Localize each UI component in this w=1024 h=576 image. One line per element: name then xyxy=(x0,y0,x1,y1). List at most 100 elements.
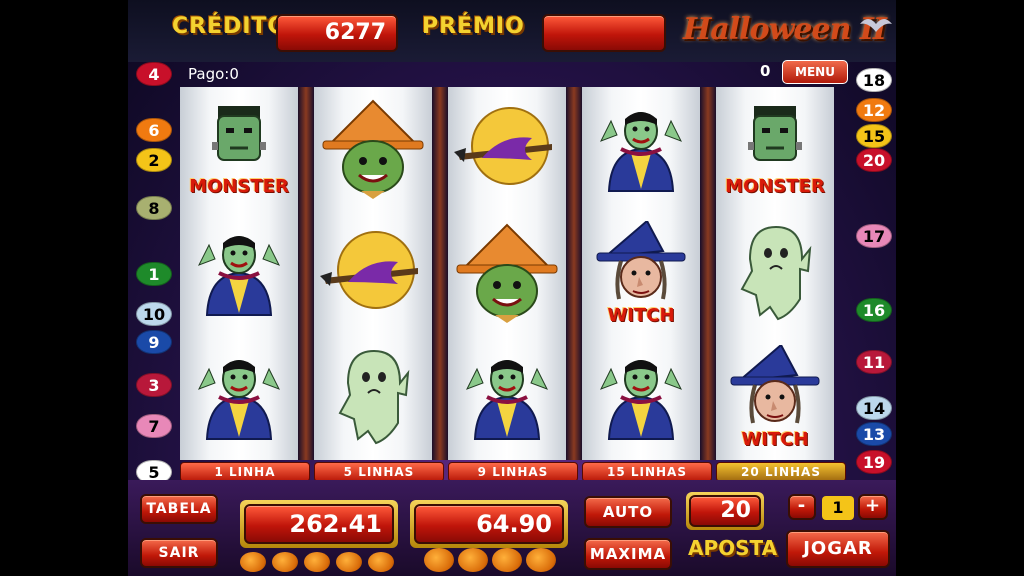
payline-badge[interactable]: 9 xyxy=(136,330,172,354)
max-bet-button[interactable]: MAXIMA xyxy=(584,538,672,570)
reel-1: MONSTER xyxy=(180,87,298,460)
table-button[interactable]: TABELA xyxy=(140,494,218,524)
lines-button[interactable]: 9 LINHAS xyxy=(448,462,578,482)
payline-badge[interactable]: 3 xyxy=(136,373,172,397)
win-display-frame: 262.41 xyxy=(240,500,398,548)
ghost-icon xyxy=(730,219,820,327)
symbol-label: MONSTER xyxy=(189,175,289,197)
payline-badge[interactable]: 16 xyxy=(856,298,892,322)
play-button[interactable]: JOGAR xyxy=(786,530,890,568)
pumpkin-icon xyxy=(492,548,522,572)
auto-button[interactable]: AUTO xyxy=(584,496,672,528)
witch-icon xyxy=(725,342,825,429)
reel-symbol: WITCH xyxy=(582,211,700,335)
witch-moon-icon xyxy=(452,104,562,194)
frankenstein-icon xyxy=(740,102,810,176)
pumpkin-icon xyxy=(424,548,454,572)
lines-button[interactable]: 1 LINHA xyxy=(180,462,310,482)
reel-symbol xyxy=(448,87,566,211)
reel-symbol xyxy=(314,87,432,211)
pumpkin-icon xyxy=(336,552,362,572)
reel-separator xyxy=(566,87,582,460)
bet-label: APOSTA xyxy=(688,536,778,560)
prize-display xyxy=(542,14,666,52)
reel-3 xyxy=(448,87,566,460)
payline-badge[interactable]: 18 xyxy=(856,68,892,92)
payline-badge[interactable]: 10 xyxy=(136,302,172,326)
credit-display: 6277 xyxy=(276,14,398,52)
menu-button[interactable]: MENU xyxy=(782,60,848,84)
payline-badge[interactable]: 6 xyxy=(136,118,172,142)
reel-symbol xyxy=(582,335,700,459)
pumpkin-icon xyxy=(272,552,298,572)
reels-area: MONSTER WITCH MONSTER WITCH xyxy=(180,87,846,460)
pumpkin-icon xyxy=(458,548,488,572)
reel-symbol xyxy=(448,335,566,459)
win-display: 262.41 xyxy=(244,504,394,544)
pumpkin-icon xyxy=(240,552,266,572)
payline-badge[interactable]: 12 xyxy=(856,98,892,122)
reel-symbol xyxy=(582,87,700,211)
payline-badge[interactable]: 8 xyxy=(136,196,172,220)
reel-separator xyxy=(700,87,716,460)
bat-icon xyxy=(860,19,892,32)
reel-separator xyxy=(432,87,448,460)
lines-button[interactable]: 20 LINHAS xyxy=(716,462,846,482)
dracula-icon xyxy=(591,349,691,445)
reel-symbol xyxy=(448,211,566,335)
frankenstein-icon xyxy=(204,102,274,176)
payline-badge[interactable]: 19 xyxy=(856,450,892,474)
scarecrow-icon xyxy=(321,95,425,203)
paid-amount: Pago:0 xyxy=(188,65,239,83)
reel-symbol xyxy=(716,211,834,335)
witch-moon-icon xyxy=(318,228,428,318)
reel-symbol: MONSTER xyxy=(716,87,834,211)
reel-4: WITCH xyxy=(582,87,700,460)
level-indicator: 1 xyxy=(822,496,854,520)
lines-button[interactable]: 5 LINHAS xyxy=(314,462,444,482)
scarecrow-icon xyxy=(455,219,559,327)
bet-display: 64.90 xyxy=(414,504,564,544)
payline-badge[interactable]: 15 xyxy=(856,124,892,148)
pumpkin-icon xyxy=(304,552,330,572)
reel-symbol: WITCH xyxy=(716,335,834,459)
game-stage: CRÉDITO 6277 PRÉMIO Halloween II Pago:0 … xyxy=(128,0,896,576)
payline-badge[interactable]: 2 xyxy=(136,148,172,172)
reel-symbol: MONSTER xyxy=(180,87,298,211)
reel-5: MONSTER WITCH xyxy=(716,87,834,460)
reel-symbol xyxy=(180,335,298,459)
pumpkin-icon xyxy=(368,552,394,572)
payline-badge[interactable]: 13 xyxy=(856,422,892,446)
bet-display-frame: 64.90 xyxy=(410,500,568,548)
increase-button[interactable]: + xyxy=(858,494,888,520)
symbol-label: WITCH xyxy=(741,428,809,450)
payline-badge[interactable]: 17 xyxy=(856,224,892,248)
payline-badge[interactable]: 4 xyxy=(136,62,172,86)
reel-2 xyxy=(314,87,432,460)
exit-button[interactable]: SAIR xyxy=(140,538,218,568)
payline-badge[interactable]: 20 xyxy=(856,148,892,172)
reel-symbol xyxy=(314,335,432,459)
payline-badge[interactable]: 7 xyxy=(136,414,172,438)
witch-icon xyxy=(591,218,691,305)
decrease-button[interactable]: - xyxy=(788,494,816,520)
small-counter: 0 xyxy=(760,62,771,80)
pumpkin-icon xyxy=(526,548,556,572)
lines-button[interactable]: 15 LINHAS xyxy=(582,462,712,482)
bet-amount-frame: 20 xyxy=(686,492,764,530)
dracula-icon xyxy=(591,101,691,197)
ghost-icon xyxy=(328,343,418,451)
bet-amount: 20 xyxy=(689,495,761,527)
symbol-label: WITCH xyxy=(607,304,675,326)
prize-label: PRÉMIO xyxy=(422,14,525,39)
symbol-label: MONSTER xyxy=(725,175,825,197)
game-logo: Halloween II xyxy=(683,12,887,47)
payline-badge[interactable]: 14 xyxy=(856,396,892,420)
credit-label: CRÉDITO xyxy=(172,14,288,39)
reel-separator xyxy=(298,87,314,460)
payline-badge[interactable]: 1 xyxy=(136,262,172,286)
dracula-icon xyxy=(457,349,557,445)
reel-symbol xyxy=(180,211,298,335)
dracula-icon xyxy=(189,349,289,445)
payline-badge[interactable]: 11 xyxy=(856,350,892,374)
